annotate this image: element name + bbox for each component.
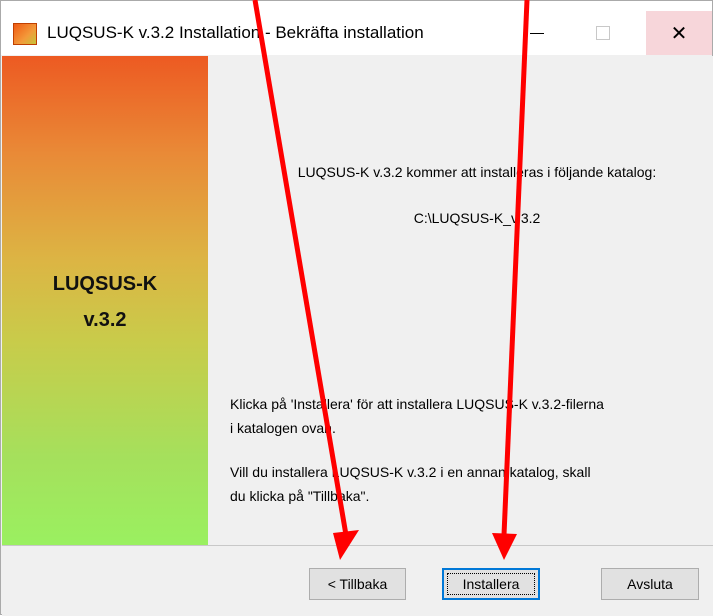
installer-window: LUQSUS-K v.3.2 Installation - Bekräfta i… [0,0,713,616]
back-button[interactable]: < Tillbaka [309,568,406,600]
title-bar[interactable]: LUQSUS-K v.3.2 Installation - Bekräfta i… [1,1,712,55]
maximize-button[interactable] [574,11,632,55]
side-banner: LUQSUS-K v.3.2 [2,56,208,545]
window-title: LUQSUS-K v.3.2 Installation - Bekräfta i… [47,23,424,42]
close-icon: ✕ [670,22,688,45]
instruction-line-2: i katalogen ovan. [230,420,336,436]
close-button[interactable]: ✕ [646,11,712,55]
exit-button[interactable]: Avsluta [601,568,699,600]
install-path: C:\LUQSUS-K_v.3.2 [413,210,541,226]
maximize-icon [596,26,610,40]
focus-rectangle [447,573,535,595]
banner-product-name: LUQSUS-K [52,273,158,295]
alternative-line-1: Vill du installera LUQSUS-K v.3.2 i en a… [230,464,591,480]
app-icon [13,23,37,45]
instruction-line-1: Klicka på 'Installera' för att installer… [230,396,604,412]
alternative-paragraph: Vill du installera LUQSUS-K v.3.2 i en a… [230,460,710,508]
minimize-button[interactable] [508,11,566,55]
banner-version: v.3.2 [83,309,127,331]
alternative-line-2: du klicka på "Tillbaka". [230,488,370,504]
install-target-text: LUQSUS-K v.3.2 kommer att installeras i … [297,164,657,180]
minimize-icon [530,32,544,34]
install-button[interactable]: Installera [442,568,540,600]
main-content: LUQSUS-K v.3.2 kommer att installeras i … [208,56,713,545]
instruction-paragraph: Klicka på 'Installera' för att installer… [230,392,710,440]
button-bar: < Tillbaka Installera Avsluta [2,545,713,616]
